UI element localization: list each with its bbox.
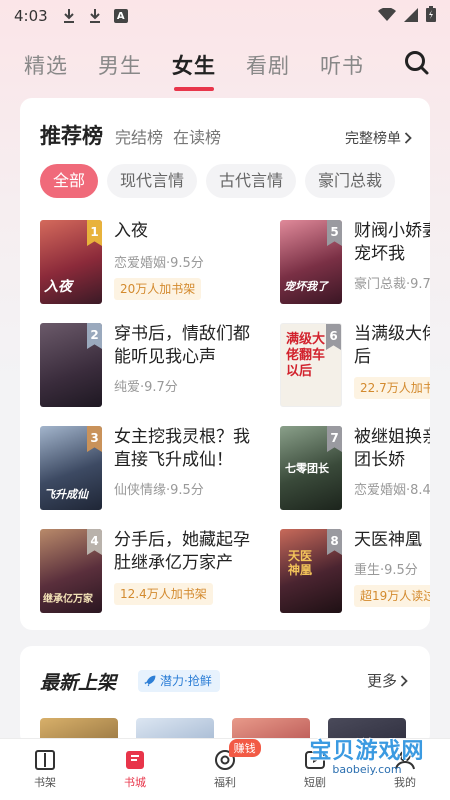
rank-badge: 1	[87, 220, 102, 246]
nav-welfare[interactable]: 赚钱 福利	[180, 739, 270, 800]
ranking-card: 推荐榜 完结榜 在读榜 完整榜单 全部 现代言情 古代言情 豪门总裁 1 入夜 …	[20, 98, 430, 630]
book-title: 分手后，她藏起孕肚继承亿万家产	[114, 530, 250, 573]
earn-money-badge: 赚钱	[228, 739, 261, 757]
rank-badge: 2	[87, 323, 102, 349]
download-icon	[62, 8, 76, 24]
rank-badge: 6	[326, 324, 341, 350]
latest-more-label: 更多	[366, 672, 397, 690]
a-app-icon: A	[113, 9, 128, 23]
rocket-icon	[144, 675, 156, 687]
cover-title: 入夜	[44, 279, 72, 295]
book-icon	[35, 750, 55, 770]
nav-label: 福利	[214, 776, 236, 789]
ranking-header: 推荐榜 完结榜 在读榜 完整榜单	[40, 120, 412, 150]
rank-badge: 3	[87, 426, 102, 452]
book-cover: 3 飞升成仙	[40, 426, 102, 510]
tab-drama[interactable]: 看剧	[246, 50, 290, 80]
book-cover: 8 天医神凰	[280, 529, 342, 613]
filter-all[interactable]: 全部	[40, 164, 99, 198]
book-cover: 7 七零团长	[280, 426, 342, 510]
nav-bookshelf[interactable]: 书架	[0, 739, 90, 800]
top-tabs: 精选 男生 女生 看剧 听书	[0, 42, 450, 91]
cover-title: 宠坏我了	[284, 280, 328, 293]
book-item[interactable]: 5 宠坏我了 财阀小娇妻，你要宠坏我 豪门总裁·9.7	[280, 220, 430, 306]
category-filters: 全部 现代言情 古代言情 豪门总裁	[40, 164, 396, 198]
nav-label: 短剧	[304, 776, 326, 789]
book-item[interactable]: 6 满级大佬翻车以后 当满级大佬翻车以后 22.7万人加书	[280, 323, 430, 409]
ranking-title: 推荐榜	[40, 124, 103, 148]
book-meta: 豪门总裁·9.7	[354, 277, 430, 292]
latest-card: 最新上架 潜力·抢鲜 更多	[20, 646, 430, 746]
tab-audiobook[interactable]: 听书	[320, 50, 364, 80]
chevron-right-icon	[400, 674, 408, 687]
book-meta: 纯爱·9.7分	[114, 380, 178, 395]
book-title: 穿书后，情敌们都能听见我心声	[114, 324, 250, 367]
book-item[interactable]: 2 穿书后，情敌们都能听见我心声 纯爱·9.7分	[40, 323, 260, 409]
battery-icon	[426, 6, 436, 26]
book-item[interactable]: 7 七零团长 被继姐换亲，七零团长娇 恋爱婚姻·8.4	[280, 426, 430, 512]
book-cover: 1 入夜	[40, 220, 102, 304]
book-title: 入夜	[114, 221, 148, 241]
book-meta: 重生·9.5分	[354, 563, 418, 578]
tab-male[interactable]: 男生	[98, 50, 142, 80]
download-icon-2	[88, 8, 102, 24]
bookstore-icon	[126, 751, 144, 769]
latest-title: 最新上架	[40, 672, 117, 694]
cover-title: 七零团长	[285, 462, 329, 475]
book-title: 女主挖我灵根？我直接飞升成仙！	[114, 427, 250, 470]
nav-label: 我的	[394, 776, 416, 789]
signal-icon	[404, 7, 418, 26]
cover-title: 满级大佬翻车以后	[286, 332, 326, 379]
latest-more-link[interactable]: 更多	[367, 670, 408, 691]
book-cover: 4 继承亿万家	[40, 529, 102, 613]
book-meta: 仙侠情缘·9.5分	[114, 483, 204, 498]
book-cover: 6 满级大佬翻车以后	[280, 323, 342, 407]
rank-badge: 4	[87, 529, 102, 555]
cover-title: 天医神凰	[288, 549, 313, 577]
nav-bookstore[interactable]: 书城	[90, 739, 180, 800]
nav-label: 书架	[34, 776, 56, 789]
rank-badge: 5	[327, 220, 342, 246]
book-title: 财阀小娇妻，你要宠坏我	[354, 221, 430, 264]
watermark: 宝贝游戏网 baobeiy.com	[292, 733, 442, 776]
potential-tag-label: 潜力·抢鲜	[160, 674, 212, 688]
book-meta: 恋爱婚姻·9.5分	[114, 256, 204, 271]
bookshelf-count-badge: 20万人加书架	[114, 278, 202, 300]
search-icon[interactable]	[404, 50, 430, 80]
watermark-text: 宝贝游戏网	[309, 739, 425, 764]
nav-label: 书城	[124, 776, 146, 789]
bookshelf-count-badge: 12.4万人加书架	[114, 583, 213, 605]
book-item[interactable]: 8 天医神凰 天医神凰 重生·9.5分 超19万人读过	[280, 529, 430, 615]
potential-tag: 潜力·抢鲜	[138, 670, 220, 692]
reader-count-badge: 超19万人读过	[354, 585, 430, 607]
book-title: 天医神凰	[354, 530, 422, 550]
wifi-icon	[378, 6, 396, 26]
bookshelf-count-badge: 22.7万人加书	[354, 377, 430, 399]
chevron-right-icon	[404, 132, 412, 144]
full-ranking-label: 完整榜单	[345, 131, 401, 147]
full-ranking-link[interactable]: 完整榜单	[345, 128, 412, 148]
filter-ancient-romance[interactable]: 古代言情	[206, 164, 297, 198]
status-bar: 4:03 A	[0, 0, 450, 32]
book-item[interactable]: 3 飞升成仙 女主挖我灵根？我直接飞升成仙！ 仙侠情缘·9.5分	[40, 426, 260, 512]
status-time: 4:03	[14, 7, 48, 25]
filter-ceo[interactable]: 豪门总裁	[305, 164, 396, 198]
book-cover: 2	[40, 323, 102, 407]
rank-badge: 8	[327, 529, 342, 555]
tab-featured[interactable]: 精选	[24, 50, 68, 80]
filter-modern-romance[interactable]: 现代言情	[107, 164, 198, 198]
rank-badge: 7	[327, 426, 342, 452]
book-cover: 5 宠坏我了	[280, 220, 342, 304]
book-title: 当满级大佬翻车以后	[354, 324, 430, 367]
book-item[interactable]: 1 入夜 入夜 恋爱婚姻·9.5分 20万人加书架	[40, 220, 260, 306]
cover-title: 飞升成仙	[44, 488, 88, 501]
book-title: 被继姐换亲，七零团长娇	[354, 427, 430, 470]
tab-reading-ranking[interactable]: 在读榜	[173, 124, 221, 148]
book-item[interactable]: 4 继承亿万家 分手后，她藏起孕肚继承亿万家产 12.4万人加书架	[40, 529, 260, 615]
tab-completed-ranking[interactable]: 完结榜	[115, 124, 163, 148]
cover-title: 继承亿万家	[43, 594, 93, 605]
tab-female[interactable]: 女生	[172, 50, 216, 91]
book-meta: 恋爱婚姻·8.4	[354, 483, 430, 498]
